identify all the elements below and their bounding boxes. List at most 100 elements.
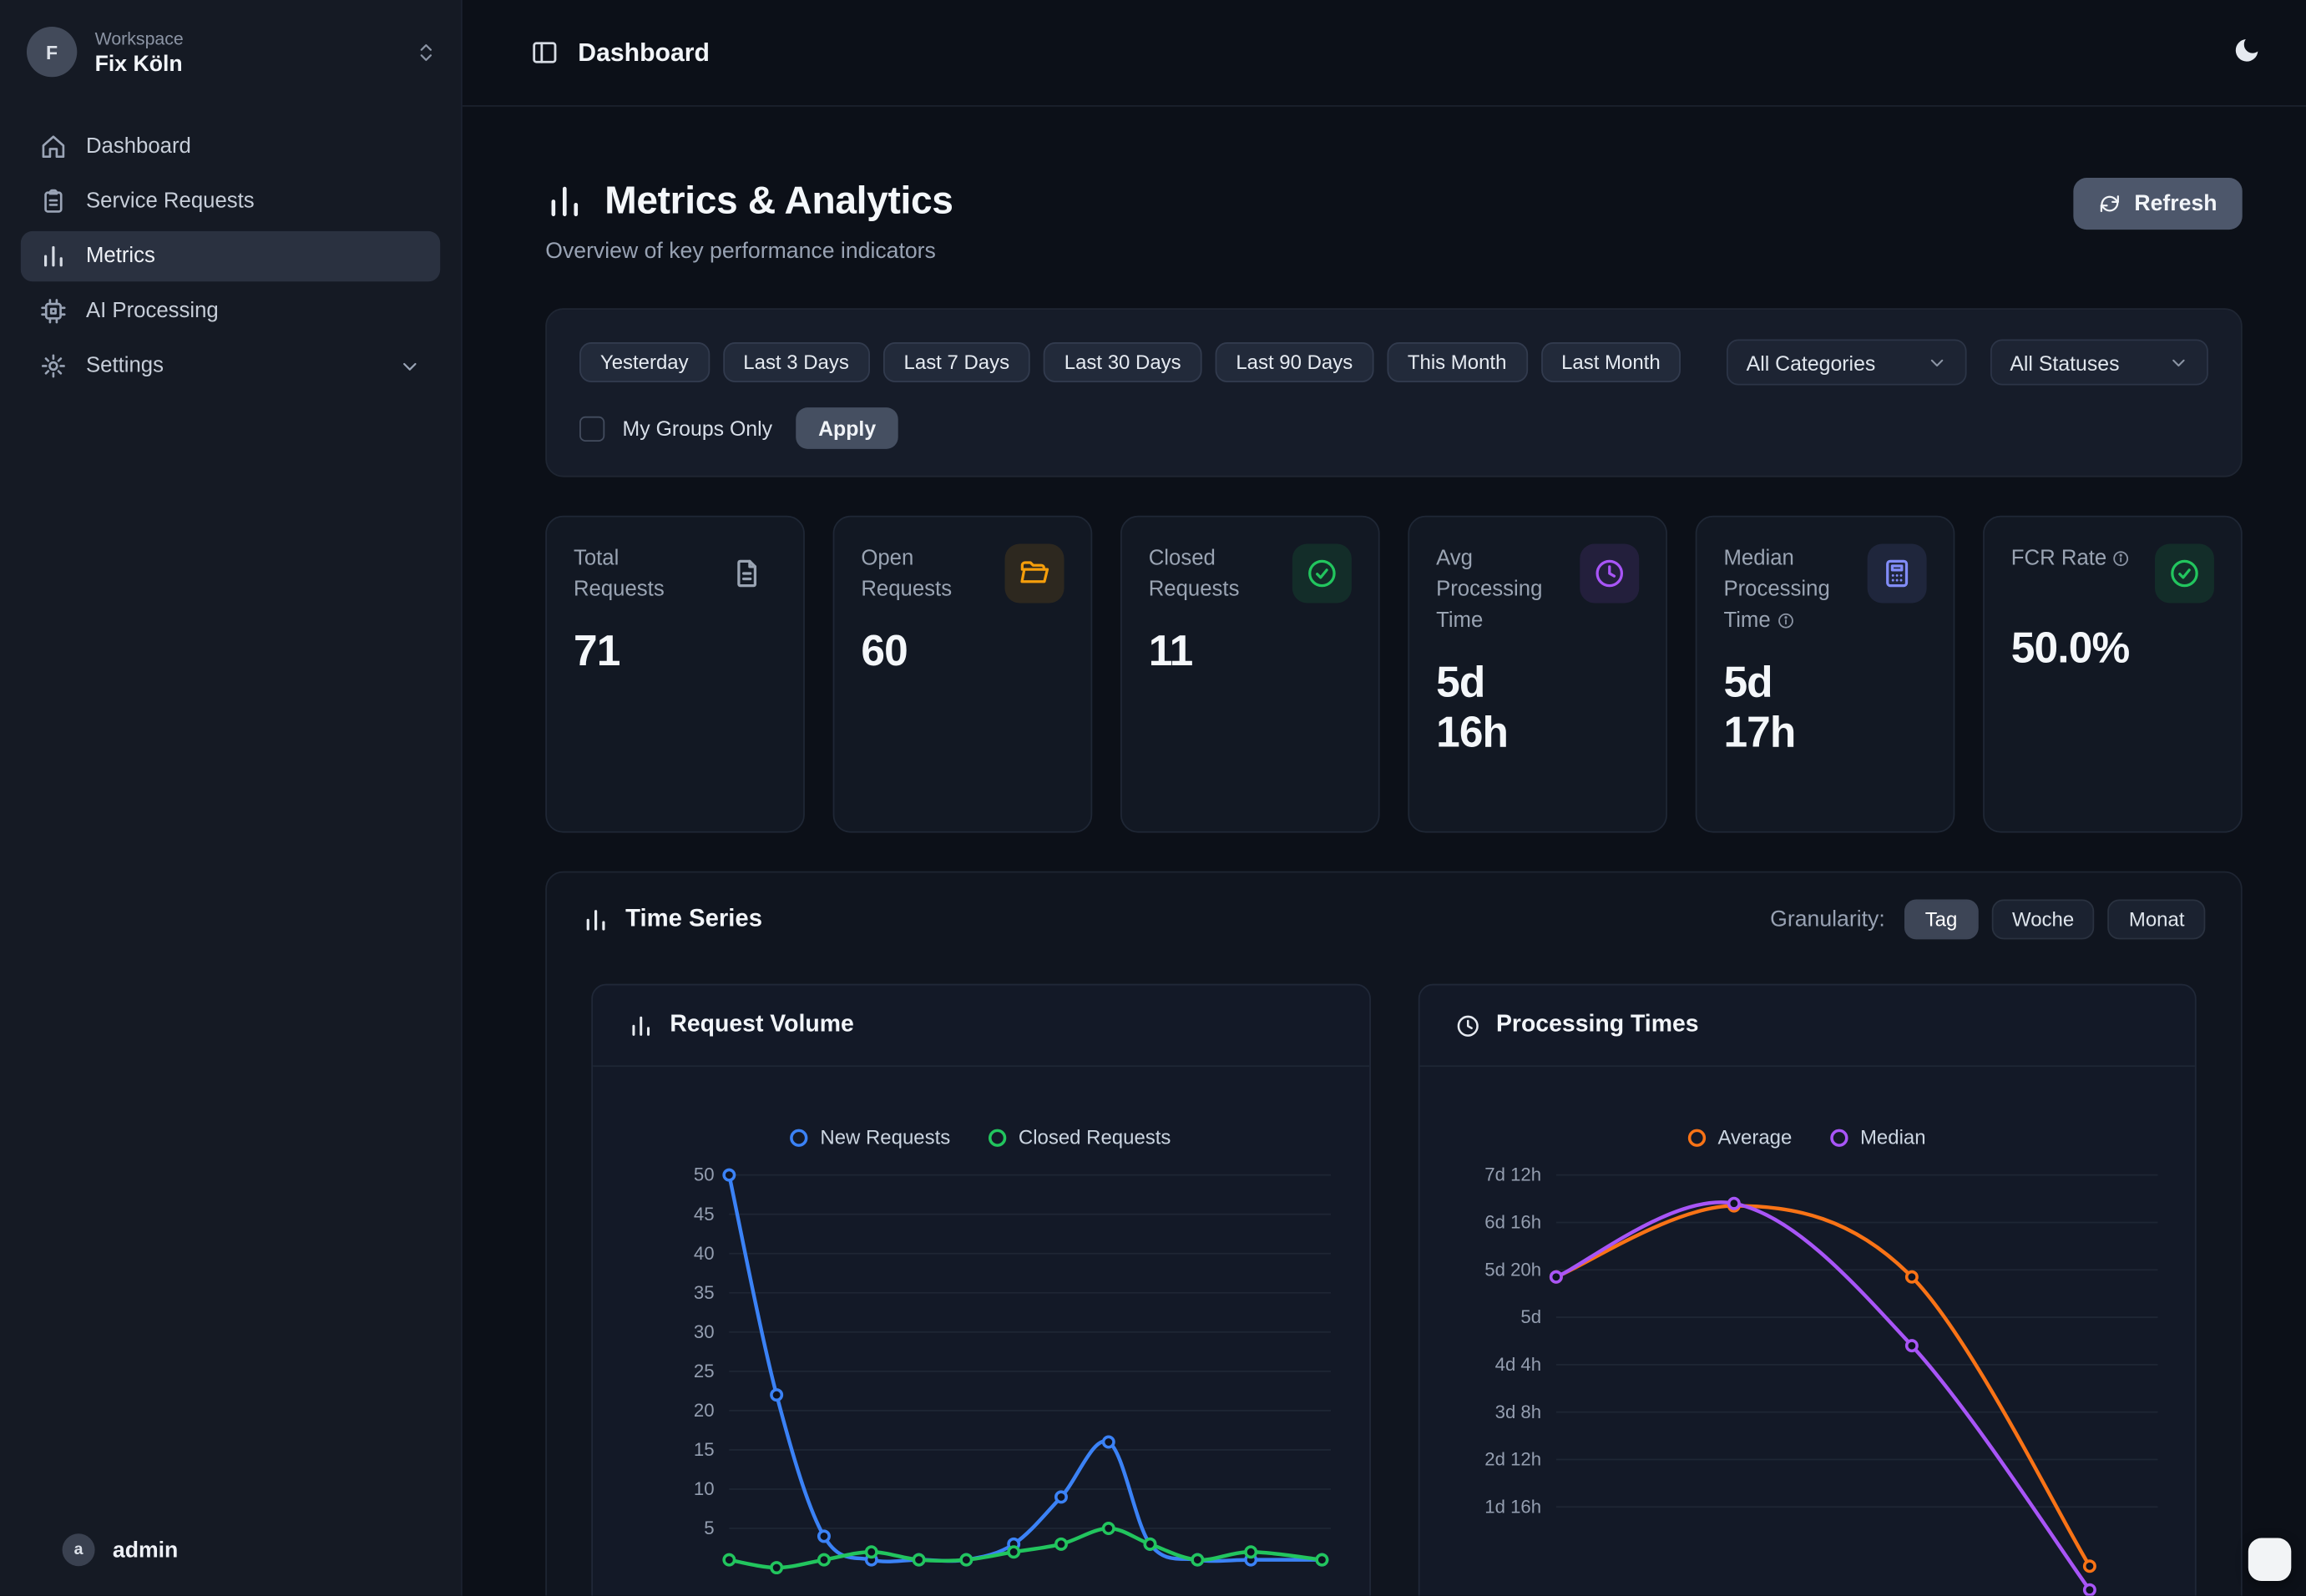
document-icon — [717, 543, 776, 603]
bar-chart-icon — [583, 906, 609, 932]
range-last-3-days-button[interactable]: Last 3 Days — [722, 342, 869, 382]
sidebar-item-service-requests[interactable]: Service Requests — [21, 176, 440, 226]
my-groups-label: My Groups Only — [623, 417, 773, 440]
range-last-month-button[interactable]: Last Month — [1540, 342, 1681, 382]
folder-icon — [1005, 543, 1065, 603]
chevron-down-icon — [1927, 352, 1948, 373]
sidebar-nav: Dashboard Service Requests Metrics AI Pr… — [0, 122, 461, 391]
svg-text:35: 35 — [694, 1282, 715, 1303]
chat-widget-button[interactable] — [2248, 1538, 2291, 1581]
range-last-90-days-button[interactable]: Last 90 Days — [1215, 342, 1373, 382]
stat-card-total-requests: Total Requests 71 — [545, 516, 805, 833]
my-groups-checkbox[interactable] — [579, 416, 604, 441]
sidebar-item-metrics[interactable]: Metrics — [21, 231, 440, 281]
stat-card-avg-processing-time: Avg Processing Time 5d 16h — [1408, 516, 1667, 833]
chart-title: Request Volume — [670, 1012, 853, 1038]
stat-value: 50.0% — [2011, 624, 2214, 674]
svg-text:4d 4h: 4d 4h — [1494, 1354, 1540, 1375]
panel-layout-icon — [530, 38, 559, 67]
stat-value: 5d 17h — [1723, 658, 1833, 759]
svg-text:7d 12h: 7d 12h — [1484, 1164, 1540, 1185]
granularity-tag-button[interactable]: Tag — [1904, 899, 1978, 939]
sidebar-item-settings[interactable]: Settings — [21, 341, 440, 391]
processing-times-chart-card: Processing Times Average Median 7d 12h 6d … — [1418, 984, 2197, 1596]
sidebar-item-label: Dashboard — [86, 135, 191, 159]
sidebar-item-label: AI Processing — [86, 300, 219, 323]
workspace-avatar: F — [27, 27, 77, 77]
bar-chart-icon — [40, 243, 67, 270]
legend-item[interactable]: Closed Requests — [989, 1126, 1171, 1149]
svg-text:5d 20h: 5d 20h — [1484, 1259, 1540, 1280]
chevron-down-icon — [2168, 352, 2189, 373]
chart-title: Processing Times — [1496, 1012, 1699, 1038]
sidebar: F Workspace Fix Köln Dashboard Service R… — [0, 0, 463, 1596]
legend-item[interactable]: New Requests — [791, 1126, 950, 1149]
range-yesterday-button[interactable]: Yesterday — [579, 342, 709, 382]
legend-item[interactable]: Median — [1830, 1126, 1925, 1149]
legend-item[interactable]: Average — [1688, 1126, 1792, 1149]
stat-label: Open Requests — [861, 543, 993, 606]
chart-legend: New Requests Closed Requests — [635, 1126, 1327, 1149]
stat-value: 11 — [1149, 627, 1352, 678]
stat-card-open-requests: Open Requests 60 — [833, 516, 1093, 833]
refresh-button[interactable]: Refresh — [2074, 178, 2243, 230]
sidebar-item-label: Metrics — [86, 245, 155, 268]
stat-value: 60 — [861, 627, 1064, 678]
range-last-30-days-button[interactable]: Last 30 Days — [1044, 342, 1202, 382]
check-circle-icon — [2155, 543, 2214, 603]
range-this-month-button[interactable]: This Month — [1387, 342, 1527, 382]
svg-text:50: 50 — [694, 1164, 715, 1185]
granularity-monat-button[interactable]: Monat — [2108, 899, 2205, 939]
sidebar-item-dashboard[interactable]: Dashboard — [21, 122, 440, 172]
workspace-switcher[interactable]: F Workspace Fix Köln — [0, 0, 461, 101]
stat-card-median-processing-time: Median Processing Time 5d 17h — [1696, 516, 1955, 833]
page-title: Metrics & Analytics — [604, 178, 953, 224]
svg-text:25: 25 — [694, 1361, 715, 1381]
svg-text:15: 15 — [694, 1439, 715, 1460]
svg-text:45: 45 — [694, 1204, 715, 1225]
svg-text:20: 20 — [694, 1400, 715, 1421]
granularity-label: Granularity: — [1770, 907, 1885, 932]
legend-swatch-icon — [1688, 1129, 1706, 1146]
svg-text:30: 30 — [694, 1321, 715, 1342]
stat-value: 5d 16h — [1436, 658, 1545, 759]
legend-swatch-icon — [1830, 1129, 1848, 1146]
status-select[interactable]: All Statuses — [1990, 339, 2208, 385]
stat-label: Closed Requests — [1149, 543, 1281, 606]
apply-button[interactable]: Apply — [796, 407, 898, 449]
theme-toggle-button[interactable] — [2223, 27, 2271, 78]
info-icon — [1777, 612, 1794, 629]
calculator-icon — [1868, 543, 1927, 603]
svg-text:10: 10 — [694, 1478, 715, 1499]
moon-icon — [2232, 36, 2262, 70]
sidebar-item-ai-processing[interactable]: AI Processing — [21, 286, 440, 336]
stat-card-fcr-rate: FCR Rate 50.0% — [1983, 516, 2243, 833]
gear-icon — [40, 352, 67, 379]
user-name: admin — [113, 1538, 178, 1563]
chevron-down-icon — [399, 355, 422, 377]
svg-text:5d: 5d — [1520, 1306, 1541, 1327]
range-last-7-days-button[interactable]: Last 7 Days — [883, 342, 1030, 382]
svg-text:5: 5 — [704, 1518, 714, 1538]
sidebar-item-label: Settings — [86, 354, 164, 377]
refresh-icon — [2099, 193, 2121, 215]
topbar: Dashboard — [463, 0, 2306, 107]
legend-swatch-icon — [791, 1129, 808, 1146]
request-volume-chart-card: Request Volume New Requests Closed Reques… — [591, 984, 1370, 1596]
svg-text:40: 40 — [694, 1243, 715, 1264]
user-avatar: a — [63, 1533, 95, 1566]
clipboard-icon — [40, 188, 67, 215]
category-select[interactable]: All Categories — [1727, 339, 1967, 385]
chart-legend: Average Median — [1460, 1126, 2153, 1149]
request-volume-chart: 50 45 40 35 30 25 20 15 10 5 — [635, 1157, 1327, 1595]
granularity-woche-button[interactable]: Woche — [1991, 899, 2095, 939]
home-icon — [40, 134, 67, 160]
stat-label: Avg Processing Time — [1436, 543, 1568, 637]
svg-text:6d 16h: 6d 16h — [1484, 1212, 1540, 1233]
user-menu[interactable]: a admin — [0, 1533, 461, 1596]
workspace-label: Workspace — [95, 28, 397, 48]
chevrons-up-down-icon — [415, 41, 437, 63]
filters-panel: Yesterday Last 3 Days Last 7 Days Last 3… — [545, 308, 2242, 477]
content: Metrics & Analytics Overview of key perf… — [463, 107, 2306, 1596]
processing-times-chart: 7d 12h6d 16h5d 20h5d4d 4h3d 8h2d 12h1d 1… — [1460, 1157, 2153, 1595]
